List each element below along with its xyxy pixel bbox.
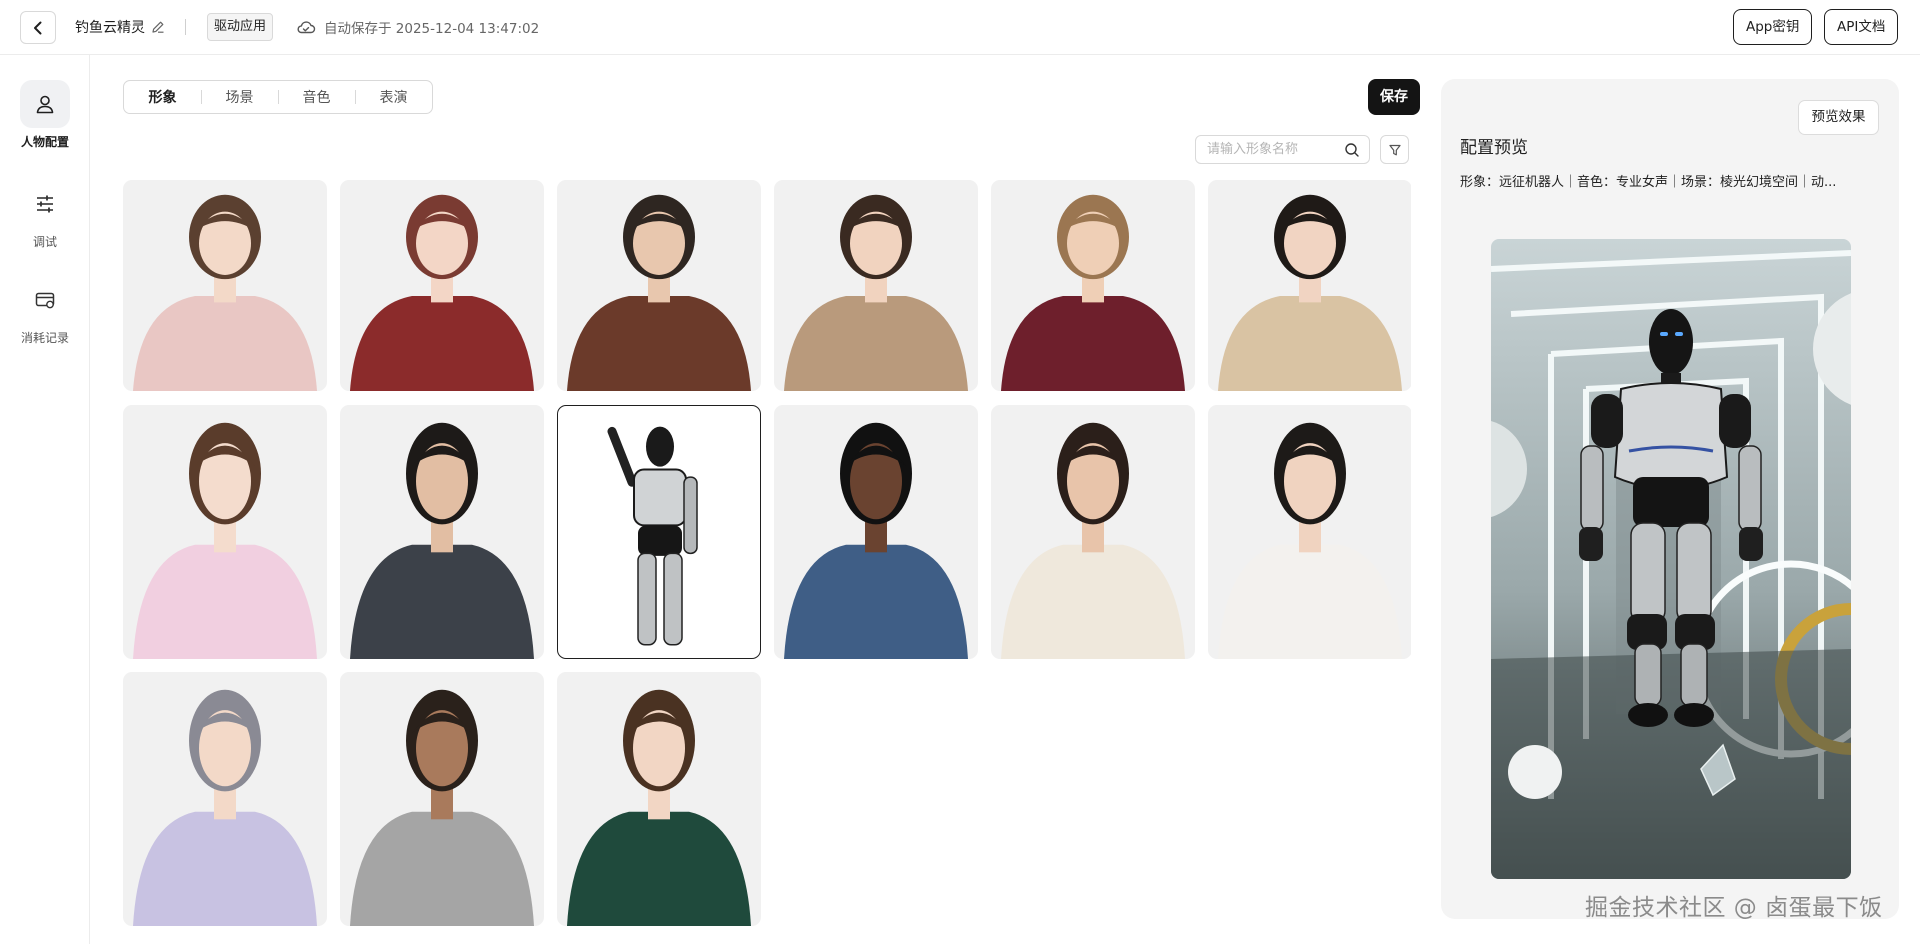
nav-icon-wrap — [20, 80, 70, 128]
avatar-portrait — [567, 194, 751, 391]
tab-voice[interactable]: 音色 — [278, 87, 355, 107]
search-icon[interactable] — [1344, 142, 1360, 158]
avatar-portrait — [350, 689, 534, 926]
filter-button[interactable] — [1380, 135, 1409, 164]
avatar-card[interactable] — [774, 405, 978, 659]
nav-item-usage-record[interactable]: 消耗记录 — [0, 276, 90, 346]
nav-icon-wrap — [20, 180, 70, 228]
avatar-card[interactable] — [774, 180, 978, 391]
app-type-tag: 驱动应用 — [207, 13, 274, 41]
cloud-icon — [297, 21, 316, 34]
app-name: 钓鱼云精灵 — [75, 17, 165, 37]
avatar-card[interactable] — [340, 180, 544, 391]
avatar-card[interactable] — [340, 672, 544, 926]
avatar-portrait — [350, 194, 534, 391]
avatar-portrait — [784, 422, 968, 659]
avatar-portrait — [133, 194, 317, 391]
sliders-icon — [37, 195, 53, 213]
header-divider — [185, 19, 186, 35]
avatar-portrait — [1218, 422, 1402, 659]
nav-label: 消耗记录 — [20, 331, 69, 345]
chevron-left-icon — [34, 21, 42, 34]
avatar-portrait — [1001, 194, 1185, 391]
left-nav: 人物配置 调试 消耗记录 — [0, 55, 90, 944]
avatar-card[interactable] — [123, 672, 327, 926]
watermark-text: 掘金技术社区 @ 卤蛋最下饭 — [1585, 895, 1883, 921]
autosave-status: 自动保存于 2025-12-04 13:47:02 — [296, 17, 539, 37]
avatar-portrait — [567, 689, 751, 926]
nav-icon-wrap — [20, 276, 70, 324]
preview-panel: 预览效果 配置预览 形象：远征机器人｜音色：专业女声｜场景：棱光幻境空间｜动..… — [1441, 79, 1899, 919]
search-input[interactable] — [1196, 136, 1336, 163]
avatar-card-selected[interactable] — [557, 405, 761, 659]
avatar-portrait — [350, 422, 534, 659]
avatar-card[interactable] — [557, 180, 761, 391]
avatar-card[interactable] — [991, 180, 1195, 391]
top-header: 钓鱼云精灵 驱动应用 自动保存于 2025-12-04 13:47:02 App… — [0, 0, 1920, 55]
avatar-card[interactable] — [123, 405, 327, 659]
nav-label: 人物配置 — [20, 135, 69, 149]
avatar-card[interactable] — [1208, 405, 1411, 659]
nav-label: 调试 — [32, 235, 57, 249]
nav-item-debug[interactable]: 调试 — [0, 180, 90, 250]
avatar-portrait — [1218, 194, 1402, 391]
config-tabs: 形象 场景 音色 表演 — [123, 80, 433, 114]
person-icon — [36, 95, 54, 114]
avatar-portrait — [1001, 422, 1185, 659]
avatar-portrait — [607, 426, 698, 646]
preview-effect-button[interactable]: 预览效果 — [1798, 100, 1879, 135]
filter-icon — [1388, 144, 1401, 155]
save-button[interactable]: 保存 — [1368, 79, 1420, 115]
tab-performance[interactable]: 表演 — [355, 87, 432, 107]
avatar-grid — [123, 180, 1411, 944]
avatar-card[interactable] — [1208, 180, 1411, 391]
app-key-button[interactable]: App密钥 — [1733, 9, 1813, 45]
edit-pen-icon[interactable] — [151, 20, 165, 34]
avatar-portrait — [133, 422, 317, 659]
api-doc-button[interactable]: API文档 — [1824, 9, 1899, 45]
preview-image — [1491, 239, 1851, 879]
nav-item-character-config[interactable]: 人物配置 — [0, 80, 90, 150]
avatar-card[interactable] — [340, 405, 544, 659]
preview-summary: 形象：远征机器人｜音色：专业女声｜场景：棱光幻境空间｜动... — [1460, 175, 1837, 190]
app-name-text: 钓鱼云精灵 — [75, 20, 145, 36]
avatar-portrait — [784, 194, 968, 391]
avatar-card[interactable] — [991, 405, 1195, 659]
avatar-portrait — [133, 689, 317, 926]
preview-title: 配置预览 — [1460, 138, 1528, 158]
tab-avatar[interactable]: 形象 — [124, 87, 201, 107]
back-button[interactable] — [20, 11, 56, 44]
avatar-card[interactable] — [123, 180, 327, 391]
autosave-text: 自动保存于 2025-12-04 13:47:02 — [324, 21, 540, 37]
tab-scene[interactable]: 场景 — [201, 87, 278, 107]
avatar-card[interactable] — [557, 672, 761, 926]
avatar-search — [1195, 135, 1370, 164]
card-icon — [35, 292, 55, 309]
